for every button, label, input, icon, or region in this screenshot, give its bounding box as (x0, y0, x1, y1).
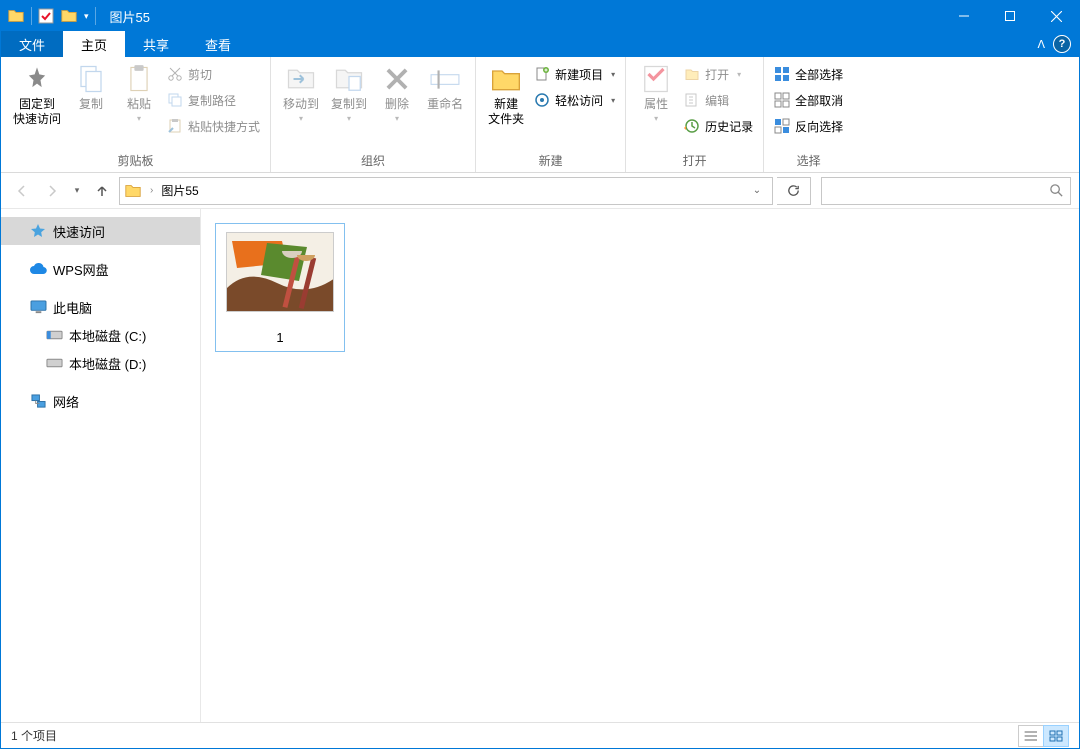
edit-button[interactable]: 编辑 (684, 89, 753, 111)
drive-icon (45, 354, 63, 372)
group-label-select: 选择 (764, 152, 853, 172)
nav-drive-c[interactable]: 本地磁盘 (C:) (1, 321, 200, 349)
nav-recent-dropdown[interactable]: ▾ (69, 178, 85, 204)
drive-icon (45, 326, 63, 344)
address-bar[interactable]: › 图片55 ⌄ (119, 177, 773, 205)
select-none-icon (774, 92, 790, 108)
group-clipboard: 固定到 快速访问 复制 粘贴 ▾ 剪切 复制路径 (1, 57, 271, 172)
pc-icon (29, 298, 47, 316)
qat-folder-icon[interactable] (60, 7, 78, 25)
history-icon (684, 118, 700, 134)
window-title: 图片55 (110, 7, 150, 26)
navigation-pane: 快速访问 WPS网盘 此电脑 本地磁盘 (C:) 本地磁盘 (D:) 网络 (1, 209, 201, 722)
status-bar: 1 个项目 (1, 722, 1079, 748)
title-bar: ▾ 图片55 (1, 1, 1079, 31)
group-open: 属性▾ 打开▾ 编辑 历史记录 打开 (626, 57, 764, 172)
new-item-icon (534, 66, 550, 82)
nav-up-button[interactable] (89, 178, 115, 204)
minimize-button[interactable] (941, 1, 987, 31)
qat-checkbox-icon[interactable] (38, 8, 54, 24)
quick-access-toolbar: ▾ (1, 7, 102, 25)
paste-button[interactable]: 粘贴 ▾ (115, 61, 163, 125)
nav-network[interactable]: 网络 (1, 387, 200, 415)
copy-path-button[interactable]: 复制路径 (167, 89, 260, 111)
tab-share[interactable]: 共享 (125, 31, 187, 57)
address-dropdown-icon[interactable]: ⌄ (746, 185, 768, 196)
move-to-button[interactable]: 移动到▾ (277, 61, 325, 125)
copy-path-icon (167, 92, 183, 108)
file-item[interactable]: 1 (215, 223, 345, 352)
properties-button[interactable]: 属性▾ (632, 61, 680, 125)
search-icon (1049, 183, 1064, 198)
delete-button[interactable]: 删除▾ (373, 61, 421, 125)
tab-home[interactable]: 主页 (63, 31, 125, 57)
nav-this-pc[interactable]: 此电脑 (1, 293, 200, 321)
chevron-right-icon[interactable]: › (148, 185, 155, 196)
select-all-button[interactable]: 全部选择 (774, 63, 843, 85)
folder-icon (7, 7, 25, 25)
group-label-new: 新建 (476, 152, 625, 172)
group-select: 全部选择 全部取消 反向选择 选择 (764, 57, 853, 172)
nav-quick-access[interactable]: 快速访问 (1, 217, 200, 245)
history-button[interactable]: 历史记录 (684, 115, 753, 137)
easy-access-button[interactable]: 轻松访问▾ (534, 89, 615, 111)
close-button[interactable] (1033, 1, 1079, 31)
nav-drive-d[interactable]: 本地磁盘 (D:) (1, 349, 200, 377)
easy-access-icon (534, 92, 550, 108)
group-label-open: 打开 (626, 152, 763, 172)
invert-selection-icon (774, 118, 790, 134)
copy-button[interactable]: 复制 (67, 61, 115, 114)
group-label-organize: 组织 (271, 152, 475, 172)
maximize-button[interactable] (987, 1, 1033, 31)
open-icon (684, 66, 700, 82)
view-thumbnails-button[interactable] (1043, 725, 1069, 747)
nav-forward-button[interactable] (39, 178, 65, 204)
file-thumbnail (226, 232, 334, 312)
tab-row: 文件 主页 共享 查看 ᐱ ? (1, 31, 1079, 57)
help-icon[interactable]: ? (1053, 35, 1071, 53)
tab-view[interactable]: 查看 (187, 31, 249, 57)
collapse-ribbon-icon[interactable]: ᐱ (1037, 38, 1045, 51)
paste-shortcut-icon (167, 118, 183, 134)
ribbon: 固定到 快速访问 复制 粘贴 ▾ 剪切 复制路径 (1, 57, 1079, 173)
status-count: 1 个项目 (11, 727, 57, 744)
network-icon (29, 392, 47, 410)
open-button[interactable]: 打开▾ (684, 63, 753, 85)
pin-to-quick-access-button[interactable]: 固定到 快速访问 (7, 61, 67, 129)
cut-button[interactable]: 剪切 (167, 63, 260, 85)
new-folder-button[interactable]: 新建 文件夹 (482, 61, 530, 129)
select-all-icon (774, 66, 790, 82)
invert-selection-button[interactable]: 反向选择 (774, 115, 843, 137)
content-pane[interactable]: 1 (201, 209, 1079, 722)
qat-dropdown-icon[interactable]: ▾ (84, 11, 89, 22)
refresh-button[interactable] (777, 177, 811, 205)
nav-back-button[interactable] (9, 178, 35, 204)
folder-icon (124, 182, 142, 200)
address-row: ▾ › 图片55 ⌄ (1, 173, 1079, 209)
group-new: 新建 文件夹 新建项目▾ 轻松访问▾ 新建 (476, 57, 626, 172)
cloud-icon (29, 260, 47, 278)
nav-wps[interactable]: WPS网盘 (1, 255, 200, 283)
tab-file[interactable]: 文件 (1, 31, 63, 57)
star-icon (29, 222, 47, 240)
select-none-button[interactable]: 全部取消 (774, 89, 843, 111)
view-details-button[interactable] (1018, 725, 1044, 747)
group-organize: 移动到▾ 复制到▾ 删除▾ 重命名 组织 (271, 57, 476, 172)
group-label-clipboard: 剪贴板 (1, 152, 270, 172)
paste-shortcut-button[interactable]: 粘贴快捷方式 (167, 115, 260, 137)
body: 快速访问 WPS网盘 此电脑 本地磁盘 (C:) 本地磁盘 (D:) 网络 (1, 209, 1079, 722)
file-name: 1 (276, 330, 283, 345)
rename-button[interactable]: 重命名 (421, 61, 469, 114)
edit-icon (684, 92, 700, 108)
scissors-icon (167, 66, 183, 82)
new-item-button[interactable]: 新建项目▾ (534, 63, 615, 85)
address-segment[interactable]: 图片55 (161, 182, 198, 199)
copy-to-button[interactable]: 复制到▾ (325, 61, 373, 125)
search-input[interactable] (821, 177, 1071, 205)
